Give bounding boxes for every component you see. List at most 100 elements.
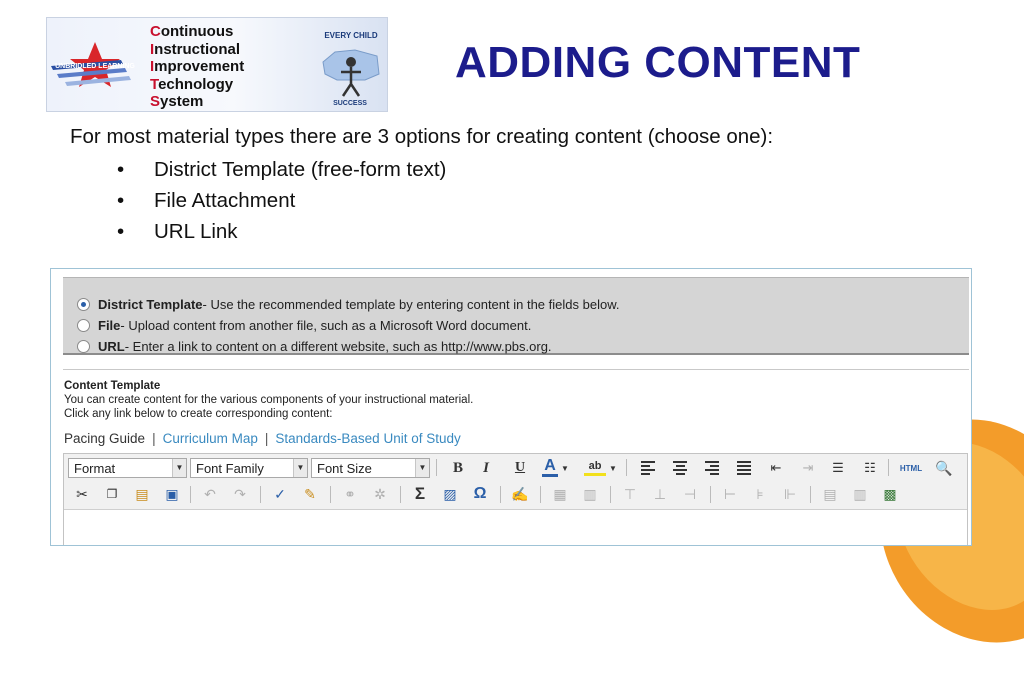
editor-toolbar-row-2: ✂ ❐ ▤ ▣ ↶ ↷ ✓ ✎ ⚭ ✲ Σ ▨ Ω ✍ ▦ ▥ ⊤ ⊥ ⊣ ⊢ … (64, 481, 967, 510)
insert-row-above-icon[interactable]: ⊤ (620, 484, 640, 504)
content-template-desc-1: You can create content for the various c… (64, 394, 474, 406)
html-source-button[interactable]: HTML (898, 458, 924, 478)
format-select[interactable]: Format ▼ (68, 458, 187, 478)
bullet-item: • URL Link (117, 216, 446, 247)
option-label: District Template (98, 297, 203, 312)
insert-symbol-button[interactable]: Σ (410, 484, 430, 504)
split-cells-icon[interactable]: ▥ (850, 484, 870, 504)
font-color-button[interactable]: A (542, 457, 558, 477)
font-family-value: Font Family (196, 461, 264, 476)
option-desc: - Enter a link to content on a different… (124, 339, 552, 354)
table-icon[interactable]: ▦ (550, 484, 570, 504)
numbered-list-icon[interactable]: ☰ (828, 458, 848, 478)
font-size-value: Font Size (317, 461, 372, 476)
highlight-button[interactable]: ab (584, 458, 606, 476)
align-left-icon[interactable] (638, 458, 658, 478)
toolbar-separator (610, 486, 611, 503)
insert-media-icon[interactable]: ▩ (880, 484, 900, 504)
underline-button[interactable]: U (510, 458, 530, 478)
bullet-text: File Attachment (154, 189, 296, 212)
paste-icon[interactable]: ▤ (132, 484, 152, 504)
file-radio[interactable] (77, 319, 90, 332)
insert-row-below-icon[interactable]: ⊥ (650, 484, 670, 504)
bullet-dot: • (117, 158, 125, 181)
insert-column-right-icon[interactable]: ⊧ (750, 484, 770, 504)
unlink-icon[interactable]: ✲ (370, 484, 390, 504)
bold-button[interactable]: B (448, 458, 468, 478)
paste-from-word-icon[interactable]: ▣ (162, 484, 182, 504)
toolbar-separator (436, 459, 437, 476)
outdent-icon[interactable]: ⇤ (766, 458, 786, 478)
option-district-template[interactable]: District Template - Use the recommended … (77, 297, 619, 312)
logo-rest: ystem (160, 93, 204, 110)
divider (63, 369, 969, 370)
content-template-desc-2: Click any link below to create correspon… (64, 408, 333, 420)
badge-top-text: EVERY CHILD (324, 31, 378, 40)
toolbar-separator (400, 486, 401, 503)
edit-form-icon[interactable]: ✍ (510, 484, 530, 504)
delete-column-icon[interactable]: ⊩ (780, 484, 800, 504)
option-desc: - Use the recommended template by enteri… (202, 297, 620, 312)
font-size-select[interactable]: Font Size ▼ (311, 458, 430, 478)
font-family-select[interactable]: Font Family ▼ (190, 458, 308, 478)
logo-cap: T (150, 75, 159, 93)
align-right-icon[interactable] (702, 458, 722, 478)
slide-title: ADDING CONTENT (455, 38, 861, 87)
intro-text: For most material types there are 3 opti… (70, 125, 774, 148)
tab-separator: | (152, 431, 156, 446)
insert-column-left-icon[interactable]: ⊢ (720, 484, 740, 504)
table-properties-icon[interactable]: ▥ (580, 484, 600, 504)
unbridled-learning-logo: UNBRIDLED LEARNING (51, 42, 135, 87)
chevron-down-icon[interactable]: ▼ (608, 458, 618, 478)
app-screenshot: District Template - Use the recommended … (50, 268, 972, 546)
spellcheck-icon[interactable]: ✓ (270, 484, 290, 504)
toolbar-separator (330, 486, 331, 503)
italic-button[interactable]: I (476, 458, 496, 478)
undo-icon[interactable]: ↶ (200, 484, 220, 504)
content-type-options: District Template - Use the recommended … (63, 277, 969, 355)
merge-cells-icon[interactable]: ▤ (820, 484, 840, 504)
toolbar-separator (710, 486, 711, 503)
delete-row-icon[interactable]: ⊣ (680, 484, 700, 504)
special-character-button[interactable]: Ω (470, 484, 490, 504)
rich-text-editor: Format ▼ Font Family ▼ Font Size ▼ B I U A … (63, 453, 968, 545)
bullet-text: District Template (free-form text) (154, 158, 447, 181)
chevron-down-icon: ▼ (293, 459, 307, 477)
cut-icon[interactable]: ✂ (72, 484, 92, 504)
insert-image-icon[interactable]: ▨ (440, 484, 460, 504)
find-replace-icon[interactable]: 🔍 (934, 458, 954, 478)
bulleted-list-icon[interactable]: ☷ (860, 458, 880, 478)
district-template-radio[interactable] (77, 298, 90, 311)
toolbar-separator (626, 459, 627, 476)
align-justify-icon[interactable] (734, 458, 754, 478)
tab-pacing-guide[interactable]: Pacing Guide (64, 431, 145, 446)
badge-bottom-text: SUCCESS (333, 100, 367, 107)
indent-icon[interactable]: ⇥ (798, 458, 818, 478)
tab-standards-based-unit[interactable]: Standards-Based Unit of Study (275, 431, 460, 446)
toolbar-separator (500, 486, 501, 503)
cities-logo: UNBRIDLED LEARNING Continuous Instructio… (46, 17, 388, 112)
bullet-text: URL Link (154, 220, 238, 243)
option-url[interactable]: URL - Enter a link to content on a diffe… (77, 339, 552, 354)
bullet-item: • File Attachment (117, 185, 446, 216)
tab-separator: | (264, 431, 269, 446)
logo-wordmark: Continuous Instructional Improvement Tec… (150, 23, 244, 111)
clean-format-icon[interactable]: ✎ (300, 484, 320, 504)
redo-icon[interactable]: ↷ (230, 484, 250, 504)
copy-icon[interactable]: ❐ (102, 484, 122, 504)
tab-curriculum-map[interactable]: Curriculum Map (163, 431, 258, 446)
chevron-down-icon: ▼ (415, 459, 429, 477)
every-child-badge: EVERY CHILD SUCCESS (322, 31, 380, 107)
option-file[interactable]: File - Upload content from another file,… (77, 318, 531, 333)
format-select-value: Format (74, 461, 116, 476)
toolbar-separator (810, 486, 811, 503)
align-center-icon[interactable] (670, 458, 690, 478)
chevron-down-icon[interactable]: ▼ (560, 458, 570, 478)
editor-toolbar-row-1: Format ▼ Font Family ▼ Font Size ▼ B I U A … (64, 454, 967, 481)
link-icon[interactable]: ⚭ (340, 484, 360, 504)
url-radio[interactable] (77, 340, 90, 353)
logo-rest: ontinuous (160, 23, 234, 40)
logo-rest: mprovement (154, 58, 245, 75)
option-label: File (98, 318, 121, 333)
logo-rest: echnology (158, 75, 234, 93)
